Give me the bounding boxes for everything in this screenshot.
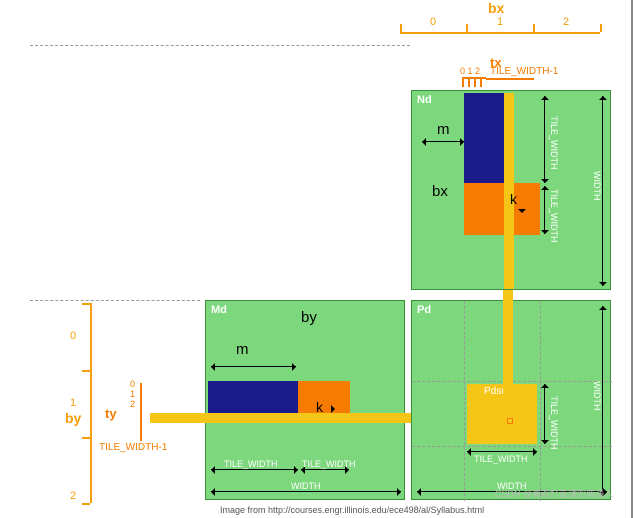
width-arrow xyxy=(602,96,603,286)
nd-bx: bx xyxy=(432,183,448,200)
image-credit: Image from http://courses.engr.illinois.… xyxy=(220,505,484,515)
nd-tile-blue xyxy=(464,93,504,183)
md-by: by xyxy=(301,309,317,326)
tx-line xyxy=(486,78,534,80)
md-m: m xyxy=(236,341,249,358)
bx-tick-1: 1 xyxy=(497,16,503,28)
bx-tick xyxy=(533,24,535,32)
md-label: Md xyxy=(211,304,227,316)
bx-tick xyxy=(466,24,468,32)
tw2-arrow xyxy=(544,186,545,234)
ty-end-label: TILE_WIDTH-1 xyxy=(99,442,167,453)
bx-tick xyxy=(400,24,402,32)
nd-tile-orange xyxy=(464,183,540,235)
tx-ticks xyxy=(462,77,486,87)
guide-line xyxy=(30,300,200,301)
md-tw1: TILE_WIDTH xyxy=(224,459,278,469)
ty-tick-0: 0 xyxy=(130,379,135,389)
pd-tw-v: TILE_WIDTH xyxy=(549,396,559,450)
pd-cell-icon xyxy=(507,418,513,424)
by-axis-label: by xyxy=(65,410,81,426)
nd-k: k xyxy=(510,191,517,207)
tx-small-ticks: 0 1 2 xyxy=(460,66,480,76)
by-tick xyxy=(82,503,90,505)
by-tick-1: 1 xyxy=(70,397,76,409)
by-tick xyxy=(82,303,90,305)
ty-tick-2: 2 xyxy=(130,399,135,409)
bx-tick-2: 2 xyxy=(563,16,569,28)
tw-arrow-v xyxy=(544,384,545,444)
by-axis-line xyxy=(90,303,92,503)
tx-end-label: TILE_WIDTH-1 xyxy=(490,66,558,77)
nd-tw1: TILE_WIDTH xyxy=(549,116,559,170)
bx-tick-0: 0 xyxy=(430,16,436,28)
md-tw2: TILE_WIDTH xyxy=(302,459,356,469)
nd-m: m xyxy=(437,121,450,138)
tw1-arrow xyxy=(211,469,298,470)
ty-line xyxy=(140,383,142,441)
tw-arrow-h xyxy=(467,451,537,452)
pd-width-v: WIDTH xyxy=(592,381,602,411)
bx-axis-line xyxy=(400,32,600,34)
nd-tw2: TILE_WIDTH xyxy=(549,189,559,243)
width-arrow xyxy=(211,491,401,492)
nd-label: Nd xyxy=(417,94,432,106)
watermark: CSDN @喜欢打篮球的普通人 xyxy=(495,487,613,500)
md-width: WIDTH xyxy=(291,481,321,491)
width-arrow-v xyxy=(602,306,603,496)
pd-tw-h: TILE_WIDTH xyxy=(474,454,528,464)
bx-axis-label: bx xyxy=(488,0,504,16)
by-tick-2: 2 xyxy=(70,490,76,502)
bx-tick xyxy=(600,24,602,32)
col-connector xyxy=(503,290,513,418)
nd-width: WIDTH xyxy=(592,171,602,201)
guide xyxy=(412,446,612,447)
tw2-arrow xyxy=(301,469,349,470)
ty-tick-1: 1 xyxy=(130,389,135,399)
guide xyxy=(540,301,541,501)
k-arrow-icon xyxy=(518,209,526,217)
guide xyxy=(464,301,465,501)
pd-label: Pd xyxy=(417,304,431,316)
by-tick-0: 0 xyxy=(70,330,76,342)
ty-axis-label: ty xyxy=(105,406,117,421)
tw1-arrow xyxy=(544,96,545,183)
m-arrow xyxy=(211,366,296,367)
k-arrow-icon xyxy=(331,405,339,413)
by-tick xyxy=(82,370,90,372)
guide-line xyxy=(30,45,410,46)
by-tick xyxy=(82,437,90,439)
md-panel: Md by m k TILE_WIDTH TILE_WIDTH WIDTH xyxy=(205,300,405,500)
m-arrow xyxy=(422,141,464,142)
nd-panel: Nd m bx k TILE_WIDTH TILE_WIDTH WIDTH xyxy=(411,90,611,290)
